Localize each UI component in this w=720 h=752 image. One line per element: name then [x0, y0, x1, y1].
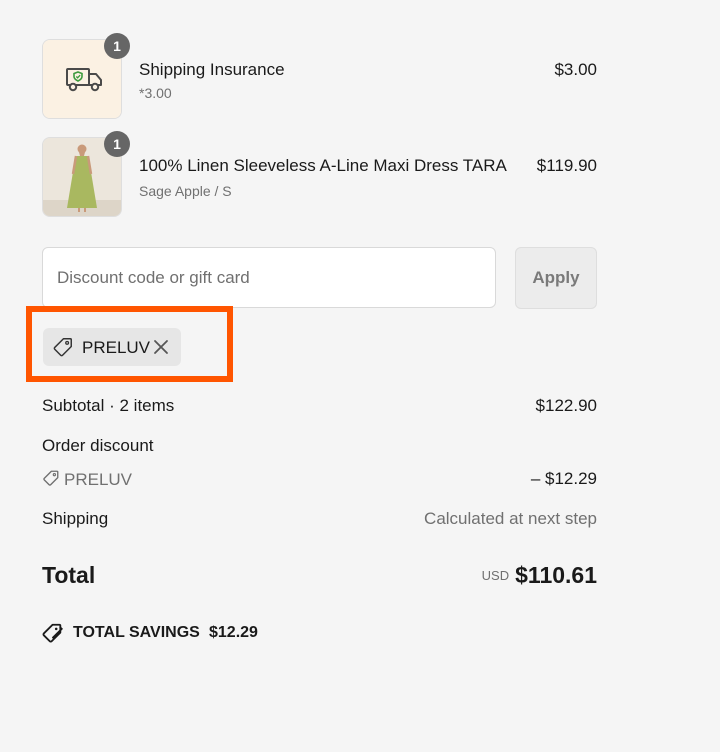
order-discount-code: PRELUV	[42, 469, 132, 490]
subtotal-label: Subtotal · 2 items	[42, 396, 175, 415]
savings-label: TOTAL SAVINGS	[73, 624, 200, 641]
savings-tag-icon	[42, 623, 64, 643]
tag-icon	[43, 470, 59, 486]
remove-discount-icon[interactable]	[151, 337, 171, 357]
line-item-shipping-insurance: 1 Shipping Insurance *3.00 $3.00	[42, 33, 597, 119]
product-thumbnail: 1	[42, 33, 130, 119]
currency-code: USD	[481, 568, 510, 583]
total-value-group: USD $110.61	[482, 562, 597, 589]
line-item-linen-dress: 1 100% Linen Sleeveless A-Line Maxi Dres…	[42, 131, 597, 217]
item-name: 100% Linen Sleeveless A-Line Maxi Dress …	[139, 156, 507, 175]
savings-amount: $12.29	[209, 624, 258, 641]
shipping-value: Calculated at next step	[424, 509, 597, 528]
order-discount-label: Order discount	[42, 436, 154, 455]
applied-discount-code: PRELUV	[82, 338, 151, 357]
shipping-label: Shipping	[42, 509, 109, 528]
item-price: $3.00	[554, 60, 597, 79]
item-name: Shipping Insurance	[139, 60, 285, 79]
apply-discount-button[interactable]: Apply	[515, 247, 597, 309]
subtotal-value: $122.90	[535, 396, 597, 415]
item-price: $119.90	[536, 156, 597, 175]
discount-amount: – $12.29	[530, 469, 597, 488]
quantity-badge: 1	[104, 33, 130, 59]
discount-code-input[interactable]	[42, 247, 496, 308]
quantity-badge: 1	[104, 131, 130, 157]
product-thumbnail: 1	[42, 131, 130, 217]
applied-discount-chip: PRELUV	[43, 328, 181, 366]
tag-icon	[53, 338, 72, 357]
total-label: Total	[42, 562, 96, 588]
discount-code-text: PRELUV	[64, 470, 133, 489]
item-subtitle: Sage Apple / S	[139, 183, 232, 199]
item-subtitle: *3.00	[139, 85, 172, 101]
total-amount: $110.61	[515, 562, 597, 588]
